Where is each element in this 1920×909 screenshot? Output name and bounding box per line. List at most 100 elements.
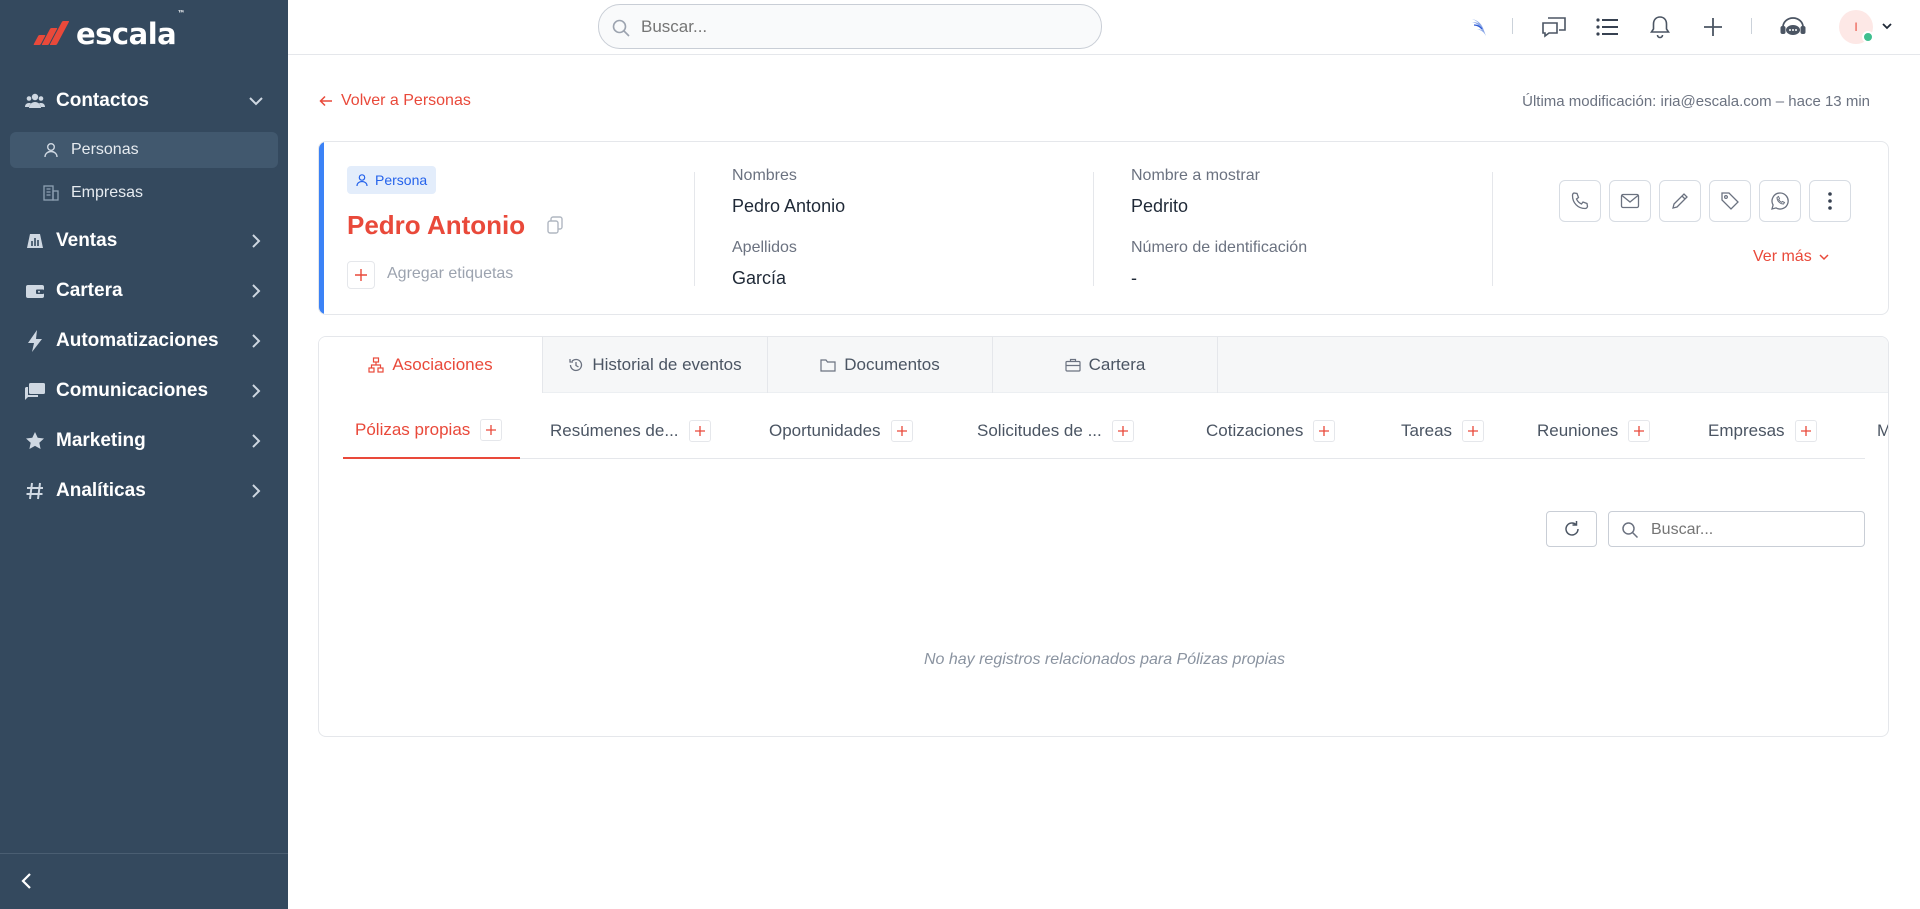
nav-analiticas[interactable]: Analíticas	[0, 469, 288, 513]
arrow-left-icon	[319, 95, 332, 107]
subtab-label: Tareas	[1401, 421, 1453, 440]
add-tags-label[interactable]: Agregar etiquetas	[387, 265, 513, 283]
record-title: Pedro Antonio	[347, 210, 526, 240]
nav-contactos[interactable]: Contactos	[0, 79, 288, 123]
topbar-separator	[1751, 18, 1752, 34]
subtab-label: Cotizaciones	[1206, 421, 1304, 440]
plus-icon	[355, 269, 367, 281]
search-icon	[1622, 522, 1639, 539]
nombres-value: Pedro Antonio	[732, 196, 846, 216]
escala-logo[interactable]: escala™	[30, 9, 185, 54]
add-empresa-button[interactable]	[1794, 420, 1817, 442]
tab-label: Asociaciones	[392, 355, 493, 374]
email-button[interactable]	[1609, 180, 1651, 222]
plus-icon	[1468, 426, 1479, 436]
record-type-badge: Persona	[347, 166, 437, 194]
subtab-empresas[interactable]: Empresas	[1708, 403, 1817, 459]
nav-ventas[interactable]: Ventas	[0, 219, 288, 263]
list-icon[interactable]	[1593, 13, 1621, 41]
add-tarea-button[interactable]	[1462, 420, 1485, 442]
back-link-label: Volver a Personas	[341, 92, 471, 109]
global-search[interactable]	[598, 4, 1102, 49]
nav-cartera[interactable]: Cartera	[0, 269, 288, 313]
assistant-wing-icon[interactable]	[1466, 13, 1494, 41]
add-reunion-button[interactable]	[1628, 420, 1651, 442]
pencil-icon	[1672, 193, 1688, 209]
tag-button[interactable]	[1709, 180, 1751, 222]
copy-icon[interactable]	[545, 215, 565, 235]
collapse-sidebar-icon[interactable]	[16, 870, 38, 892]
bell-icon[interactable]	[1646, 13, 1674, 41]
associations-search[interactable]	[1608, 511, 1865, 547]
nav-automatizaciones[interactable]: Automatizaciones	[0, 319, 288, 363]
search-icon	[612, 19, 630, 37]
subtab-label: Reuniones	[1537, 421, 1619, 440]
tab-historial-eventos[interactable]: Historial de eventos	[543, 337, 768, 393]
subtab-polizas-propias[interactable]: Pólizas propias	[343, 403, 520, 459]
subtab-resumenes[interactable]: Resúmenes de...	[550, 403, 711, 459]
chevron-right-icon	[252, 234, 261, 248]
add-poliza-button[interactable]	[480, 419, 503, 441]
nav-label: Ventas	[56, 230, 118, 251]
refresh-button[interactable]	[1546, 511, 1597, 547]
apellidos-value: García	[732, 268, 787, 288]
sitemap-icon	[368, 357, 385, 373]
tab-documentos[interactable]: Documentos	[768, 337, 993, 393]
search-input[interactable]	[641, 15, 1081, 39]
hash-icon	[24, 480, 46, 502]
subtab-oportunidades[interactable]: Oportunidades	[769, 403, 913, 459]
plus-icon	[1319, 426, 1330, 436]
add-oportunidad-button[interactable]	[890, 420, 913, 442]
more-options-button[interactable]	[1809, 180, 1851, 222]
subtab-label: Empresas	[1708, 421, 1785, 440]
search-input[interactable]	[1651, 518, 1851, 542]
display-name-value: Pedrito	[1131, 196, 1189, 216]
tab-asociaciones[interactable]: Asociaciones	[319, 337, 543, 393]
star-icon	[24, 430, 46, 452]
subtab-more[interactable]: M	[1877, 403, 1888, 459]
sidebar-item-empresas[interactable]: Empresas	[10, 175, 278, 211]
add-solicitud-button[interactable]	[1111, 420, 1134, 442]
whatsapp-button[interactable]	[1759, 180, 1801, 222]
users-icon	[24, 90, 46, 112]
chevron-right-icon	[252, 384, 261, 398]
subtab-tareas[interactable]: Tareas	[1401, 403, 1485, 459]
logo-mark-icon	[30, 19, 72, 49]
apellidos-label: Apellidos	[732, 239, 797, 256]
nav-marketing[interactable]: Marketing	[0, 419, 288, 463]
nav-label: Contactos	[56, 90, 149, 111]
sidebar-divider	[0, 853, 288, 854]
back-to-personas-link[interactable]: Volver a Personas	[319, 92, 471, 110]
subtab-reuniones[interactable]: Reuniones	[1537, 403, 1651, 459]
chevron-right-icon	[252, 284, 261, 298]
ver-mas-link[interactable]: Ver más	[1753, 248, 1830, 266]
display-name-label: Nombre a mostrar	[1131, 167, 1260, 184]
sidebar-item-personas[interactable]: Personas	[10, 132, 278, 168]
add-tag-button[interactable]	[347, 261, 375, 289]
plus-icon[interactable]	[1699, 13, 1727, 41]
call-button[interactable]	[1559, 180, 1601, 222]
add-resumen-button[interactable]	[688, 420, 711, 442]
record-header-card: Persona Pedro Antonio Agregar etiquetas …	[318, 141, 1889, 315]
id-number-label: Número de identificación	[1131, 239, 1308, 256]
chevron-right-icon	[252, 434, 261, 448]
subtab-label: Oportunidades	[769, 421, 881, 440]
support-headset-icon[interactable]	[1779, 13, 1807, 41]
edit-button[interactable]	[1659, 180, 1701, 222]
tab-cartera[interactable]: Cartera	[993, 337, 1218, 393]
sidebar-item-label: Empresas	[71, 184, 144, 201]
avatar-initial: I	[1854, 20, 1858, 34]
chevron-right-icon	[252, 334, 261, 348]
chevron-right-icon	[252, 484, 261, 498]
subtab-cotizaciones[interactable]: Cotizaciones	[1206, 403, 1336, 459]
chevron-down-icon[interactable]	[1880, 19, 1894, 33]
chevron-down-icon	[249, 97, 263, 106]
nav-comunicaciones[interactable]: Comunicaciones	[0, 369, 288, 413]
nav-label: Automatizaciones	[56, 330, 219, 351]
nav-label: Comunicaciones	[56, 380, 209, 401]
add-cotizacion-button[interactable]	[1313, 420, 1336, 442]
logo-text: escala™	[76, 9, 185, 51]
sidebar-item-label: Personas	[71, 141, 139, 158]
chat-icon[interactable]	[1540, 13, 1568, 41]
subtab-solicitudes[interactable]: Solicitudes de ...	[977, 403, 1134, 459]
